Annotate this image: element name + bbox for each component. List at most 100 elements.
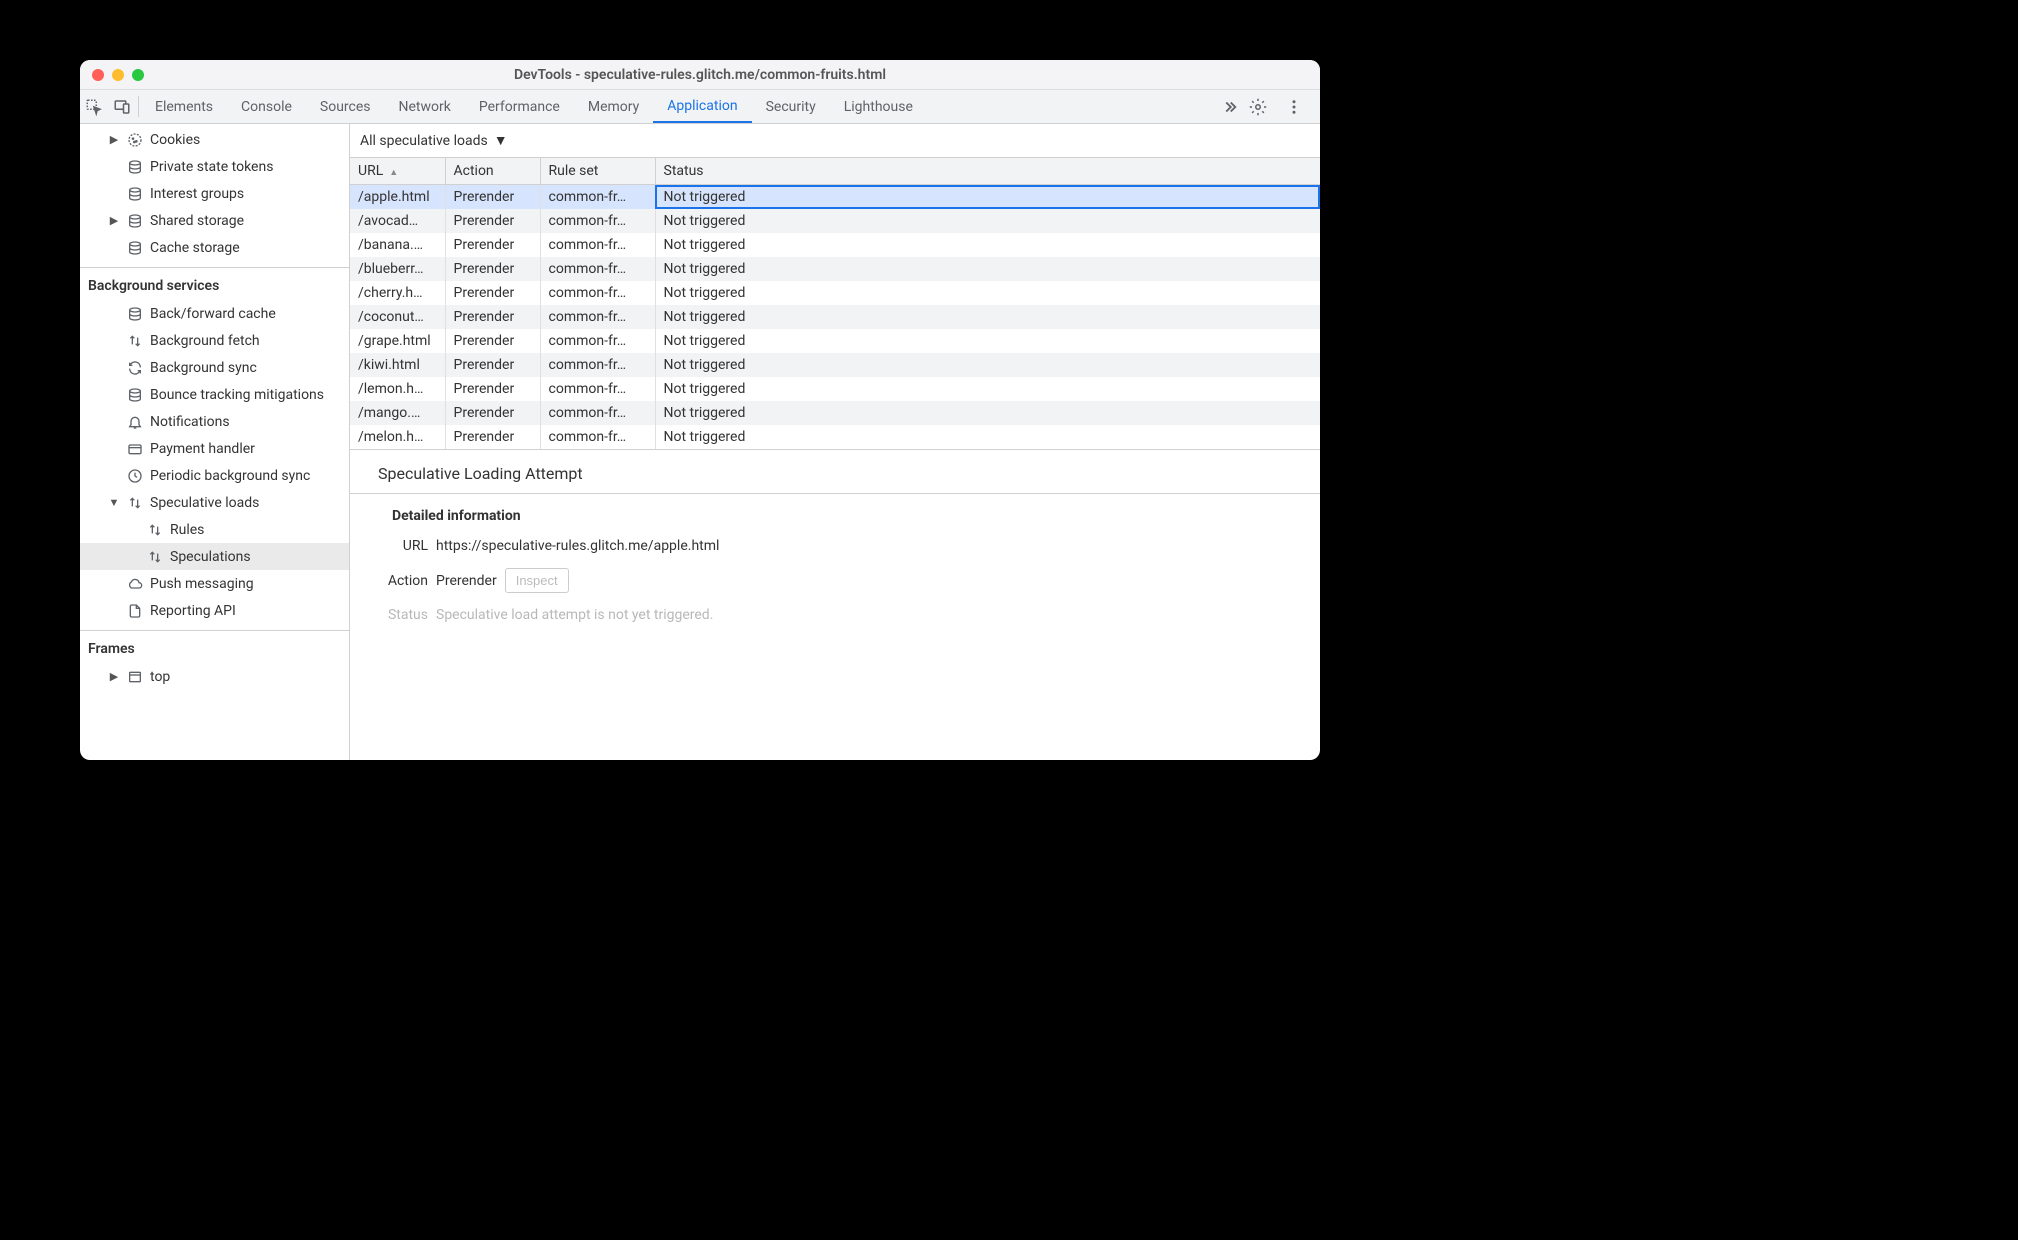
sidebar-item-label: Payment handler bbox=[150, 441, 255, 457]
cloud-icon bbox=[126, 576, 144, 592]
sidebar-item-interest-groups[interactable]: Interest groups bbox=[80, 180, 349, 207]
maximize-button[interactable] bbox=[132, 69, 144, 81]
sidebar-item-background-fetch[interactable]: Background fetch bbox=[80, 327, 349, 354]
table-row[interactable]: /lemon.h…Prerendercommon-fr…Not triggere… bbox=[350, 377, 1320, 401]
sidebar-heading-frames: Frames bbox=[80, 631, 349, 663]
sidebar-item-reporting-api[interactable]: Reporting API bbox=[80, 597, 349, 624]
cell-url: /avocad… bbox=[350, 209, 445, 233]
sync-icon bbox=[126, 360, 144, 376]
table-header-row: URL▲ Action Rule set Status bbox=[350, 158, 1320, 185]
table-row[interactable]: /banana.…Prerendercommon-fr…Not triggere… bbox=[350, 233, 1320, 257]
window-titlebar: DevTools - speculative-rules.glitch.me/c… bbox=[80, 60, 1320, 90]
sidebar-item-notifications[interactable]: Notifications bbox=[80, 408, 349, 435]
column-header-url[interactable]: URL▲ bbox=[350, 158, 445, 185]
filter-bar: All speculative loads ▼ bbox=[350, 124, 1320, 158]
sidebar-item-label: Interest groups bbox=[150, 186, 244, 202]
cell-url: /mango.… bbox=[350, 401, 445, 425]
sidebar-item-private-state-tokens[interactable]: Private state tokens bbox=[80, 153, 349, 180]
cell-action: Prerender bbox=[445, 401, 540, 425]
speculations-table: URL▲ Action Rule set Status /apple.htmlP… bbox=[350, 158, 1320, 450]
sidebar-item-background-sync[interactable]: Background sync bbox=[80, 354, 349, 381]
cell-status: Not triggered bbox=[655, 353, 1320, 377]
updown-icon bbox=[126, 333, 144, 349]
sidebar-item-label: Bounce tracking mitigations bbox=[150, 387, 324, 403]
inspect-element-icon[interactable] bbox=[80, 90, 108, 123]
table-row[interactable]: /cherry.h…Prerendercommon-fr…Not trigger… bbox=[350, 281, 1320, 305]
column-header-action[interactable]: Action bbox=[445, 158, 540, 185]
detail-value: https://speculative-rules.glitch.me/appl… bbox=[436, 538, 719, 554]
detail-value: Prerender bbox=[436, 573, 497, 589]
table-row[interactable]: /avocad…Prerendercommon-fr…Not triggered bbox=[350, 209, 1320, 233]
sidebar-item-back-forward-cache[interactable]: Back/forward cache bbox=[80, 300, 349, 327]
sort-ascending-icon: ▲ bbox=[389, 168, 398, 178]
sidebar-item-cache-storage[interactable]: Cache storage bbox=[80, 234, 349, 261]
card-icon bbox=[126, 441, 144, 457]
tab-console[interactable]: Console bbox=[227, 90, 306, 123]
tab-sources[interactable]: Sources bbox=[306, 90, 385, 123]
table-row[interactable]: /mango.…Prerendercommon-fr…Not triggered bbox=[350, 401, 1320, 425]
table-row[interactable]: /grape.htmlPrerendercommon-fr…Not trigge… bbox=[350, 329, 1320, 353]
sidebar-item-speculative-loads[interactable]: ▼Speculative loads bbox=[80, 489, 349, 516]
db-icon bbox=[126, 186, 144, 202]
sidebar-item-label: Push messaging bbox=[150, 576, 254, 592]
minimize-button[interactable] bbox=[112, 69, 124, 81]
sidebar-item-speculations[interactable]: Speculations bbox=[80, 543, 349, 570]
bell-icon bbox=[126, 414, 144, 430]
cell-status: Not triggered bbox=[655, 209, 1320, 233]
cell-ruleset: common-fr… bbox=[540, 329, 655, 353]
device-toolbar-icon[interactable] bbox=[108, 90, 136, 123]
sidebar-item-label: Shared storage bbox=[150, 213, 244, 229]
cell-url: /kiwi.html bbox=[350, 353, 445, 377]
tab-lighthouse[interactable]: Lighthouse bbox=[830, 90, 927, 123]
sidebar-item-cookies[interactable]: ▶Cookies bbox=[80, 126, 349, 153]
tab-memory[interactable]: Memory bbox=[574, 90, 653, 123]
sidebar-item-payment-handler[interactable]: Payment handler bbox=[80, 435, 349, 462]
table-row[interactable]: /kiwi.htmlPrerendercommon-fr…Not trigger… bbox=[350, 353, 1320, 377]
settings-icon[interactable] bbox=[1244, 98, 1272, 116]
cell-action: Prerender bbox=[445, 377, 540, 401]
speculation-filter-dropdown[interactable]: All speculative loads ▼ bbox=[360, 132, 508, 149]
window-controls bbox=[92, 69, 144, 81]
detail-value: Speculative load attempt is not yet trig… bbox=[436, 607, 713, 623]
detail-row-status: Status Speculative load attempt is not y… bbox=[378, 607, 1300, 623]
sidebar-item-top[interactable]: ▶top bbox=[80, 663, 349, 690]
application-sidebar[interactable]: ▶Cookies Private state tokens Interest gro… bbox=[80, 124, 350, 760]
tab-application[interactable]: Application bbox=[653, 90, 751, 123]
chevron-down-icon: ▼ bbox=[494, 132, 508, 149]
tab-performance[interactable]: Performance bbox=[465, 90, 574, 123]
sidebar-item-shared-storage[interactable]: ▶Shared storage bbox=[80, 207, 349, 234]
kebab-menu-icon[interactable] bbox=[1280, 98, 1308, 116]
sidebar-item-label: top bbox=[150, 669, 170, 685]
sidebar-item-label: Private state tokens bbox=[150, 159, 273, 175]
more-tabs-icon[interactable] bbox=[1216, 90, 1244, 123]
cell-ruleset: common-fr… bbox=[540, 257, 655, 281]
chevron-down-icon: ▼ bbox=[108, 496, 120, 509]
updown-icon bbox=[146, 522, 164, 538]
sidebar-item-push-messaging[interactable]: Push messaging bbox=[80, 570, 349, 597]
cell-url: /grape.html bbox=[350, 329, 445, 353]
db-icon bbox=[126, 159, 144, 175]
column-header-status[interactable]: Status bbox=[655, 158, 1320, 185]
cell-status: Not triggered bbox=[655, 185, 1320, 210]
cell-url: /coconut… bbox=[350, 305, 445, 329]
inspect-button[interactable]: Inspect bbox=[505, 568, 569, 593]
table-row[interactable]: /blueberr…Prerendercommon-fr…Not trigger… bbox=[350, 257, 1320, 281]
cell-ruleset: common-fr… bbox=[540, 353, 655, 377]
sidebar-item-rules[interactable]: Rules bbox=[80, 516, 349, 543]
tab-elements[interactable]: Elements bbox=[141, 90, 227, 123]
db-icon bbox=[126, 240, 144, 256]
column-header-ruleset[interactable]: Rule set bbox=[540, 158, 655, 185]
detail-label: Status bbox=[378, 607, 428, 623]
sidebar-item-periodic-background-sync[interactable]: Periodic background sync bbox=[80, 462, 349, 489]
sidebar-item-bounce-tracking-mitigations[interactable]: Bounce tracking mitigations bbox=[80, 381, 349, 408]
detail-row-action: Action Prerender Inspect bbox=[378, 568, 1300, 593]
db-icon bbox=[126, 387, 144, 403]
table-row[interactable]: /coconut…Prerendercommon-fr…Not triggere… bbox=[350, 305, 1320, 329]
tab-security[interactable]: Security bbox=[752, 90, 830, 123]
close-button[interactable] bbox=[92, 69, 104, 81]
table-row[interactable]: /melon.h…Prerendercommon-fr…Not triggere… bbox=[350, 425, 1320, 449]
table-row[interactable]: /apple.htmlPrerendercommon-fr…Not trigge… bbox=[350, 185, 1320, 210]
tab-network[interactable]: Network bbox=[385, 90, 465, 123]
cell-ruleset: common-fr… bbox=[540, 425, 655, 449]
devtools-window: DevTools - speculative-rules.glitch.me/c… bbox=[80, 60, 1320, 760]
